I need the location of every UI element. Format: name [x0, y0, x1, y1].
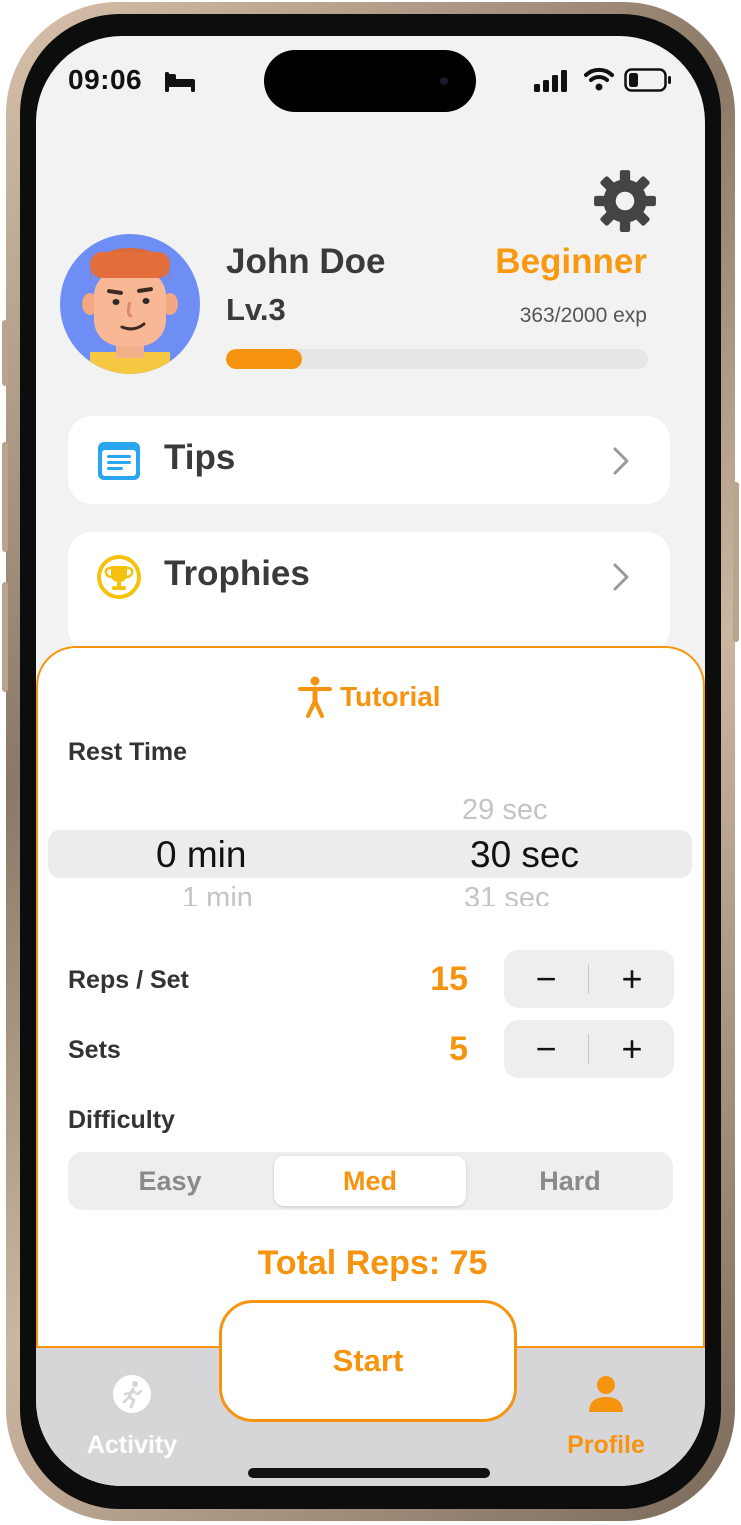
running-icon — [113, 1375, 151, 1413]
mute-switch — [2, 320, 8, 386]
minutes-option-selected[interactable]: 0 min — [156, 834, 246, 876]
user-name: John Doe — [226, 242, 386, 281]
dynamic-island — [264, 50, 476, 112]
reps-decrement-button[interactable]: − — [504, 950, 588, 1008]
reps-per-set-value: 15 — [430, 960, 468, 998]
menu-item-trophies[interactable]: Trophies — [68, 532, 670, 652]
avatar — [60, 234, 200, 374]
tab-activity[interactable]: Activity — [52, 1374, 212, 1460]
tab-profile-label: Profile — [567, 1431, 645, 1459]
difficulty-segmented-control: Easy Med Hard — [68, 1152, 673, 1210]
rank-badge: Beginner — [495, 242, 647, 281]
chevron-right-icon — [613, 563, 629, 591]
reps-per-set-stepper: − + — [504, 950, 674, 1008]
tutorial-link[interactable]: Tutorial — [298, 676, 441, 718]
gear-icon[interactable] — [592, 168, 658, 234]
difficulty-option-hard[interactable]: Hard — [474, 1156, 666, 1206]
tab-activity-label: Activity — [86, 1431, 178, 1459]
wifi-icon — [584, 67, 614, 91]
sets-decrement-button[interactable]: − — [504, 1020, 588, 1078]
minutes-option-next[interactable]: 1 min — [182, 882, 253, 906]
difficulty-option-med[interactable]: Med — [274, 1156, 466, 1206]
difficulty-label: Difficulty — [68, 1106, 175, 1134]
sets-value: 5 — [449, 1030, 468, 1068]
cellular-signal-icon — [534, 70, 567, 92]
person-icon — [589, 1376, 623, 1412]
exp-progress-bar — [226, 349, 648, 369]
difficulty-option-easy[interactable]: Easy — [74, 1156, 266, 1206]
volume-down-button — [2, 582, 8, 692]
sleep-focus-icon — [165, 72, 195, 92]
seconds-option-selected[interactable]: 30 sec — [470, 834, 579, 876]
exp-progress-fill — [226, 349, 302, 369]
power-button — [733, 482, 739, 642]
status-time: 09:06 — [68, 64, 143, 95]
user-level: Lv.3 — [226, 292, 286, 327]
stepper-divider — [588, 1034, 589, 1064]
menu-item-tips-label: Tips — [164, 438, 236, 477]
total-reps: Total Reps: 75 — [257, 1244, 488, 1282]
menu-item-trophies-label: Trophies — [164, 554, 310, 593]
rest-time-label: Rest Time — [68, 738, 188, 766]
reps-per-set-label: Reps / Set — [68, 966, 189, 994]
menu-item-tips[interactable]: Tips — [68, 416, 670, 504]
rest-time-picker[interactable] — [48, 830, 692, 878]
seconds-option-prev[interactable]: 29 sec — [462, 794, 547, 827]
exp-counter: 363/2000 exp — [519, 304, 647, 327]
home-indicator — [248, 1468, 490, 1478]
app-screen: 09:06 John Doe Lv.3 Beginner 363/2000 ex… — [36, 36, 705, 1486]
reps-increment-button[interactable]: + — [590, 950, 674, 1008]
notes-icon — [98, 442, 140, 480]
battery-icon — [624, 68, 671, 92]
tutorial-label: Tutorial — [340, 681, 441, 712]
accessibility-person-icon — [298, 676, 332, 718]
tab-profile[interactable]: Profile — [526, 1374, 686, 1460]
trophy-icon — [97, 555, 141, 599]
sets-stepper: − + — [504, 1020, 674, 1078]
sets-label: Sets — [68, 1036, 121, 1064]
avatar-illustration — [82, 248, 178, 374]
start-button[interactable]: Start — [219, 1300, 517, 1422]
stepper-divider — [588, 964, 589, 994]
seconds-option-next[interactable]: 31 sec — [464, 882, 549, 906]
chevron-right-icon — [613, 447, 629, 475]
volume-up-button — [2, 442, 8, 552]
sets-increment-button[interactable]: + — [590, 1020, 674, 1078]
